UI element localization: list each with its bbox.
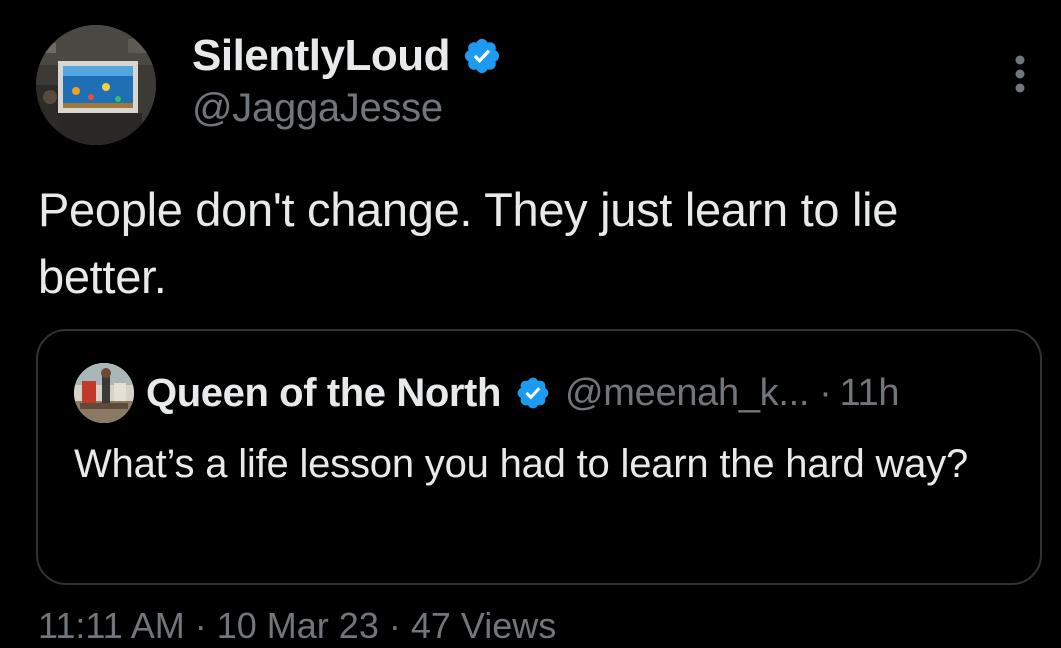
verified-badge-icon[interactable] [462, 36, 502, 76]
author-handle[interactable]: @JaggaJesse [192, 82, 443, 134]
quoted-avatar-photo-icon [74, 363, 134, 423]
author-name-row: SilentlyLoud [192, 28, 502, 84]
tweet-timestamp-footer[interactable]: 11:11 AM · 10 Mar 23 · 47 Views [38, 604, 556, 648]
quoted-tweet-text: What’s a life lesson you had to learn th… [74, 442, 969, 486]
quoted-tweet-card[interactable]: Queen of the North @meenah_k... · 11h Wh… [36, 329, 1042, 585]
author-display-name[interactable]: SilentlyLoud [192, 28, 451, 84]
quoted-tweet-header: Queen of the North @meenah_k... · 11h [74, 363, 899, 423]
more-vertical-icon [1015, 55, 1025, 93]
quoted-author-name[interactable]: Queen of the North [146, 371, 501, 416]
quoted-separator: · [819, 371, 832, 414]
quoted-timestamp[interactable]: 11h [839, 372, 899, 415]
quoted-verified-badge-icon[interactable] [515, 375, 551, 411]
avatar-photo-icon [36, 25, 156, 145]
quoted-author-avatar[interactable] [74, 363, 134, 423]
tweet-text: People don't change. They just learn to … [38, 183, 899, 303]
quoted-author-handle[interactable]: @meenah_k... [565, 372, 809, 415]
more-options-button[interactable] [1002, 50, 1038, 98]
tweet: SilentlyLoud @JaggaJesse People don't ch… [0, 0, 1061, 646]
author-avatar[interactable] [36, 25, 156, 145]
